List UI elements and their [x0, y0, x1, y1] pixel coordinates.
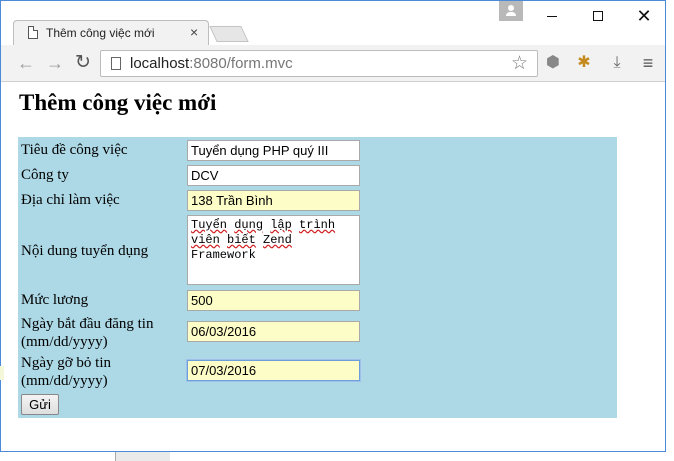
company-input[interactable] [187, 165, 360, 186]
address-bar[interactable]: localhost:8080/form.mvc ☆ [100, 50, 538, 77]
reload-icon[interactable]: ↻ [75, 53, 91, 73]
start-date-input[interactable] [187, 321, 360, 342]
maximize-icon [593, 11, 603, 22]
background-edge [0, 366, 4, 380]
tab-close-icon[interactable]: × [190, 24, 198, 40]
minimize-button[interactable] [529, 1, 575, 31]
browser-toolbar: ← → ↻ localhost:8080/form.mvc ☆ ⬢ ✱ ⤓ ≡ [1, 45, 665, 82]
job-title-label: Tiêu đề công việc [21, 142, 128, 158]
start-date-label: Ngày bắt đầu đăng tin (mm/dd/yyyy) [21, 316, 154, 350]
extension-cube-icon[interactable]: ⬢ [544, 54, 562, 72]
forward-icon[interactable]: → [46, 53, 64, 73]
company-label: Công ty [21, 167, 69, 183]
url-host: localhost [130, 55, 190, 72]
url-text: localhost:8080/form.mvc [130, 55, 293, 72]
back-icon[interactable]: ← [17, 53, 35, 73]
job-title-input[interactable] [187, 140, 360, 161]
profile-icon[interactable] [499, 1, 523, 21]
menu-icon[interactable]: ≡ [639, 54, 657, 72]
browser-window: Thêm công việc mới × ✕ ← → ↻ localhost:8… [0, 0, 666, 452]
salary-input[interactable] [187, 290, 360, 311]
url-path: :8080/form.mvc [189, 55, 293, 72]
content-label: Nội dung tuyển dụng [21, 243, 149, 259]
taskbar-edge [0, 452, 674, 461]
taskbar-item [115, 452, 170, 461]
star-icon[interactable]: ☆ [511, 52, 528, 75]
salary-label: Mức lương [21, 292, 89, 308]
page-content: Thêm công việc mới Tiêu đề công việc Côn… [1, 83, 665, 451]
page-icon [28, 26, 38, 39]
extension-bug-icon[interactable]: ✱ [575, 54, 593, 72]
tab-title: Thêm công việc mới [46, 26, 155, 40]
browser-tab[interactable]: Thêm công việc mới × [13, 20, 209, 46]
end-date-label: Ngày gỡ bỏ tin (mm/dd/yyyy) [21, 355, 112, 389]
content-textarea[interactable]: Tuyển dụng lập trình viên biết Zend Fram… [187, 215, 360, 285]
close-window-icon: ✕ [636, 6, 652, 26]
title-bar: Thêm công việc mới × ✕ [1, 1, 665, 46]
maximize-button[interactable] [575, 1, 621, 31]
close-window-button[interactable]: ✕ [621, 1, 665, 31]
submit-button[interactable]: Gửi [21, 394, 59, 415]
download-icon[interactable]: ⤓ [608, 54, 626, 72]
address-input[interactable] [187, 190, 360, 211]
new-tab-button[interactable] [209, 26, 249, 42]
minimize-icon [547, 15, 557, 17]
end-date-input[interactable] [187, 360, 360, 381]
address-label: Địa chỉ làm việc [21, 192, 120, 208]
page-title: Thêm công việc mới [19, 90, 217, 115]
job-form: Tiêu đề công việc Công ty Địa chỉ làm vi… [18, 137, 617, 418]
page-icon [111, 57, 121, 70]
